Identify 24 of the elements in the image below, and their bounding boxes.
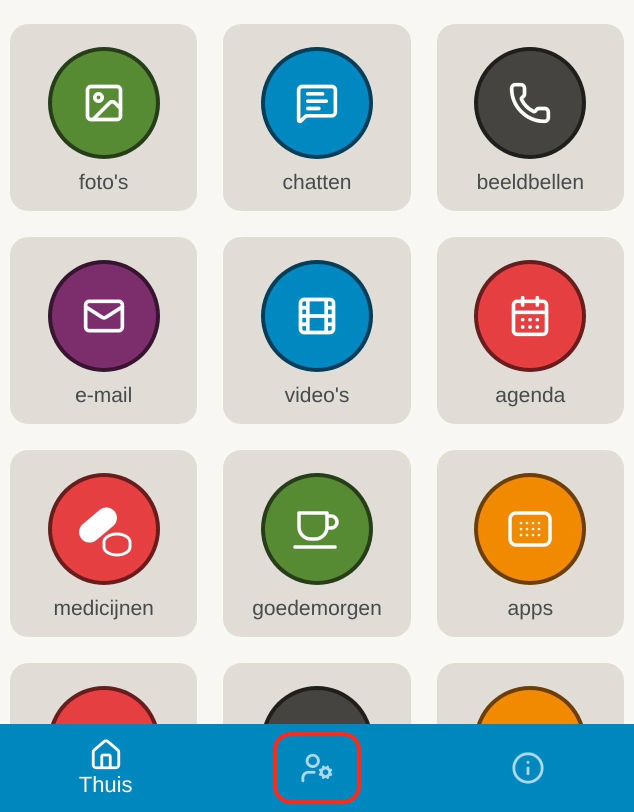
tile-label: e-mail xyxy=(75,383,132,409)
tile-label: chatten xyxy=(282,170,352,196)
tile-label: foto's xyxy=(78,170,128,196)
tile-label: video's xyxy=(284,383,350,409)
user-settings-icon xyxy=(300,751,334,785)
tile-label: medicijnen xyxy=(53,596,154,622)
tile-label: agenda xyxy=(495,383,566,409)
app-tile[interactable]: video's xyxy=(223,237,411,424)
app-tile[interactable]: chatten xyxy=(223,24,411,211)
app-tile[interactable]: foto's xyxy=(10,24,198,211)
tile-label: goedemorgen xyxy=(252,596,382,622)
phone-icon xyxy=(508,81,552,125)
app-tile[interactable]: goedemorgen xyxy=(223,450,411,637)
tile-label: apps xyxy=(508,596,554,622)
app-tile[interactable]: agenda xyxy=(436,237,624,424)
app-tile[interactable]: medicijnen xyxy=(10,450,198,637)
grid-icon xyxy=(508,511,552,547)
nav-tab[interactable] xyxy=(272,732,361,804)
app-tile[interactable]: beeldbellen xyxy=(436,24,624,211)
tile-label: beeldbellen xyxy=(476,170,584,196)
app-tile[interactable]: apps xyxy=(436,450,624,637)
app-tile[interactable]: e-mail xyxy=(10,237,198,424)
info-icon xyxy=(511,751,546,785)
nav-tab[interactable]: Thuis xyxy=(62,732,150,804)
